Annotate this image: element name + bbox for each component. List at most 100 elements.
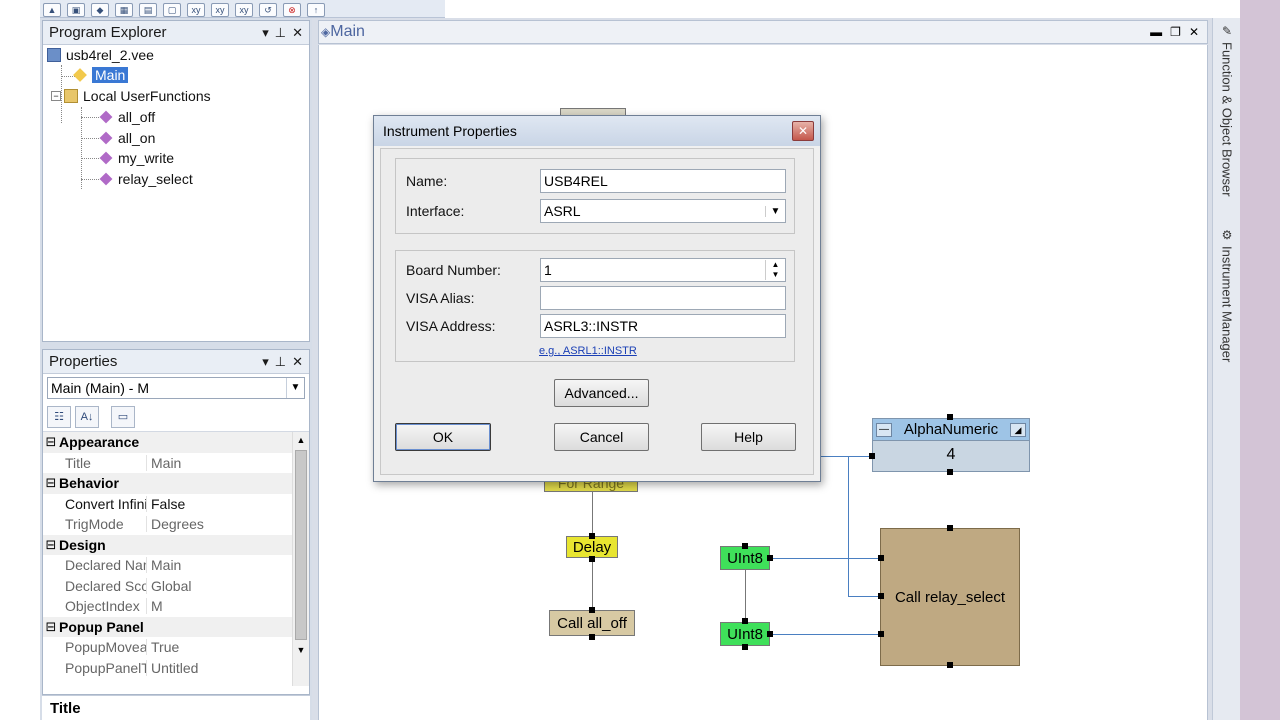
main-window-icon: ◈ bbox=[321, 25, 331, 39]
visa-alias-field[interactable] bbox=[540, 286, 786, 310]
root-label: usb4rel_2.vee bbox=[66, 47, 154, 63]
property-row[interactable]: ObjectIndex M bbox=[43, 596, 309, 617]
tree-item-function[interactable]: my_write bbox=[99, 150, 174, 166]
tree-item-function[interactable]: all_off bbox=[99, 109, 155, 125]
property-row[interactable]: TrigMode Degrees bbox=[43, 514, 309, 535]
pin-icon[interactable]: ⊥ bbox=[275, 25, 286, 41]
collapse-icon[interactable]: ⊟ bbox=[43, 619, 59, 635]
sequence-pin bbox=[947, 662, 953, 668]
sequence-wire bbox=[745, 570, 746, 622]
browser-icon: ✎ bbox=[1220, 24, 1234, 38]
toolbar-icon-2[interactable]: ▣ bbox=[67, 2, 85, 17]
visa-address-field[interactable]: ASRL3::INSTR bbox=[540, 314, 786, 338]
right-sidebar: ✎ Function & Object Browser ⚙ Instrument… bbox=[1212, 18, 1240, 720]
toolbar-icon-9[interactable]: xy bbox=[235, 2, 253, 17]
close-icon[interactable]: ✕ bbox=[292, 354, 303, 370]
property-row[interactable]: Title Main bbox=[43, 453, 309, 474]
property-row[interactable]: Declared NameMain bbox=[43, 555, 309, 576]
tab-instrument-manager[interactable]: ⚙ Instrument Manager bbox=[1216, 228, 1238, 362]
board-number-label: Board Number: bbox=[406, 262, 501, 278]
toolbar-icon-10[interactable]: ↺ bbox=[259, 2, 277, 17]
collapse-icon[interactable]: ⊟ bbox=[43, 434, 59, 450]
help-button[interactable]: Help bbox=[701, 423, 796, 451]
sequence-pin bbox=[589, 556, 595, 562]
chevron-down-icon[interactable]: ▼ bbox=[765, 205, 785, 217]
dialog-titlebar: Instrument Properties ✕ bbox=[374, 116, 820, 146]
collapse-icon[interactable]: ⊟ bbox=[43, 537, 59, 553]
property-row[interactable]: PopupMoveableTrue bbox=[43, 637, 309, 658]
close-icon[interactable]: ✕ bbox=[792, 121, 814, 141]
property-grid-scrollbar[interactable]: ▲ ▼ bbox=[292, 432, 309, 686]
sequence-pin bbox=[742, 644, 748, 650]
alphanumeric-display[interactable]: — AlphaNumeric ◢ 4 bbox=[872, 418, 1030, 472]
chevron-down-icon[interactable]: ▼ bbox=[286, 378, 304, 398]
toolbar-icon-6[interactable]: ▢ bbox=[163, 2, 181, 17]
dialog-title: Instrument Properties bbox=[383, 123, 517, 139]
spinner-icon[interactable]: ▲ ▼ bbox=[765, 260, 785, 280]
tree-item-main[interactable]: Main bbox=[73, 67, 129, 83]
sequence-pin bbox=[742, 618, 748, 624]
interface-select[interactable]: ASRL ▼ bbox=[540, 199, 786, 223]
board-number-stepper[interactable]: 1 ▲ ▼ bbox=[540, 258, 786, 282]
collapse-icon[interactable]: ⊟ bbox=[43, 475, 59, 491]
cancel-button[interactable]: Cancel bbox=[554, 423, 649, 451]
alphanumeric-title: AlphaNumeric bbox=[903, 421, 999, 438]
minimize-icon[interactable]: ▬ bbox=[1150, 25, 1162, 39]
category-appearance[interactable]: ⊟ Appearance bbox=[43, 432, 309, 453]
tree-item-root[interactable]: usb4rel_2.vee bbox=[47, 47, 154, 63]
tree-item-local-userfunctions[interactable]: − Local UserFunctions bbox=[51, 88, 211, 104]
object-select[interactable]: Main (Main) - M ▼ bbox=[47, 377, 305, 399]
sort-alpha-icon[interactable]: A↓ bbox=[75, 405, 99, 428]
call-all-off-object[interactable]: Call all_off bbox=[549, 610, 635, 636]
tab-function-object-browser[interactable]: ✎ Function & Object Browser bbox=[1216, 24, 1238, 197]
stop-icon[interactable]: ⊗ bbox=[283, 2, 301, 17]
scroll-up-icon[interactable]: ▲ bbox=[293, 432, 309, 448]
property-row[interactable]: PopupPanelTitleUntitled bbox=[43, 658, 309, 679]
toolbar-icon-5[interactable]: ▤ bbox=[139, 2, 157, 17]
toolbar-icon-1[interactable]: ▲ bbox=[43, 2, 61, 17]
delay-object[interactable]: Delay bbox=[566, 536, 618, 558]
property-row[interactable]: Convert Infinity tFalse bbox=[43, 494, 309, 515]
up-arrow-icon[interactable]: ↑ bbox=[307, 2, 325, 17]
uint8-constant-a[interactable]: UInt8 bbox=[720, 546, 770, 570]
visa-alias-label: VISA Alias: bbox=[406, 290, 475, 306]
data-pin bbox=[869, 453, 875, 459]
ok-button[interactable]: OK bbox=[395, 423, 491, 451]
toolbar-icon-7[interactable]: xy bbox=[187, 2, 205, 17]
toolbar-icon-3[interactable]: ◆ bbox=[91, 2, 109, 17]
visa-address-example-link[interactable]: e.g., ASRL1::INSTR bbox=[539, 345, 637, 357]
pin-icon[interactable]: ⊥ bbox=[275, 354, 286, 370]
minimize-icon[interactable]: — bbox=[876, 422, 892, 437]
name-field[interactable]: USB4REL bbox=[540, 169, 786, 193]
advanced-button[interactable]: Advanced... bbox=[554, 379, 649, 407]
data-pin bbox=[767, 631, 773, 637]
restore-icon[interactable]: ❐ bbox=[1170, 25, 1181, 39]
call-relay-select-object[interactable]: Call relay_select bbox=[880, 528, 1020, 666]
sequence-pin bbox=[947, 469, 953, 475]
category-design[interactable]: ⊟ Design bbox=[43, 534, 309, 555]
category-behavior[interactable]: ⊟ Behavior bbox=[43, 473, 309, 494]
close-icon[interactable]: ✕ bbox=[1189, 25, 1199, 39]
collapse-icon[interactable]: − bbox=[51, 91, 61, 101]
sequence-wire bbox=[592, 558, 593, 610]
properties-title: Properties bbox=[49, 353, 118, 370]
toolbar-icon-8[interactable]: xy bbox=[211, 2, 229, 17]
category-popup-panel[interactable]: ⊟ Popup Panel bbox=[43, 616, 309, 637]
properties-panel: Properties ▾ ⊥ ✕ Main (Main) - M ▼ ☷ A↓ … bbox=[42, 349, 310, 695]
program-explorer-panel: Program Explorer ▾ ⊥ ✕ usb4rel_2.vee Mai… bbox=[42, 20, 310, 342]
categorized-icon[interactable]: ☷ bbox=[47, 405, 71, 428]
object-menu-icon[interactable]: ◢ bbox=[1010, 422, 1026, 437]
close-icon[interactable]: ✕ bbox=[292, 25, 303, 41]
toolbar-icon-4[interactable]: ▦ bbox=[115, 2, 133, 17]
tree-item-function[interactable]: all_on bbox=[99, 130, 155, 146]
property-row[interactable]: Declared ScopeGlobal bbox=[43, 576, 309, 597]
property-pages-icon[interactable]: ▭ bbox=[111, 405, 135, 428]
tree-item-function[interactable]: relay_select bbox=[99, 171, 193, 187]
scroll-thumb[interactable] bbox=[295, 450, 307, 640]
desktop-edge bbox=[1240, 0, 1280, 720]
dropdown-icon[interactable]: ▾ bbox=[262, 354, 269, 370]
interface-select-value: ASRL bbox=[544, 203, 581, 219]
uint8-constant-b[interactable]: UInt8 bbox=[720, 622, 770, 646]
scroll-down-icon[interactable]: ▼ bbox=[293, 642, 309, 658]
dropdown-icon[interactable]: ▾ bbox=[262, 25, 269, 41]
